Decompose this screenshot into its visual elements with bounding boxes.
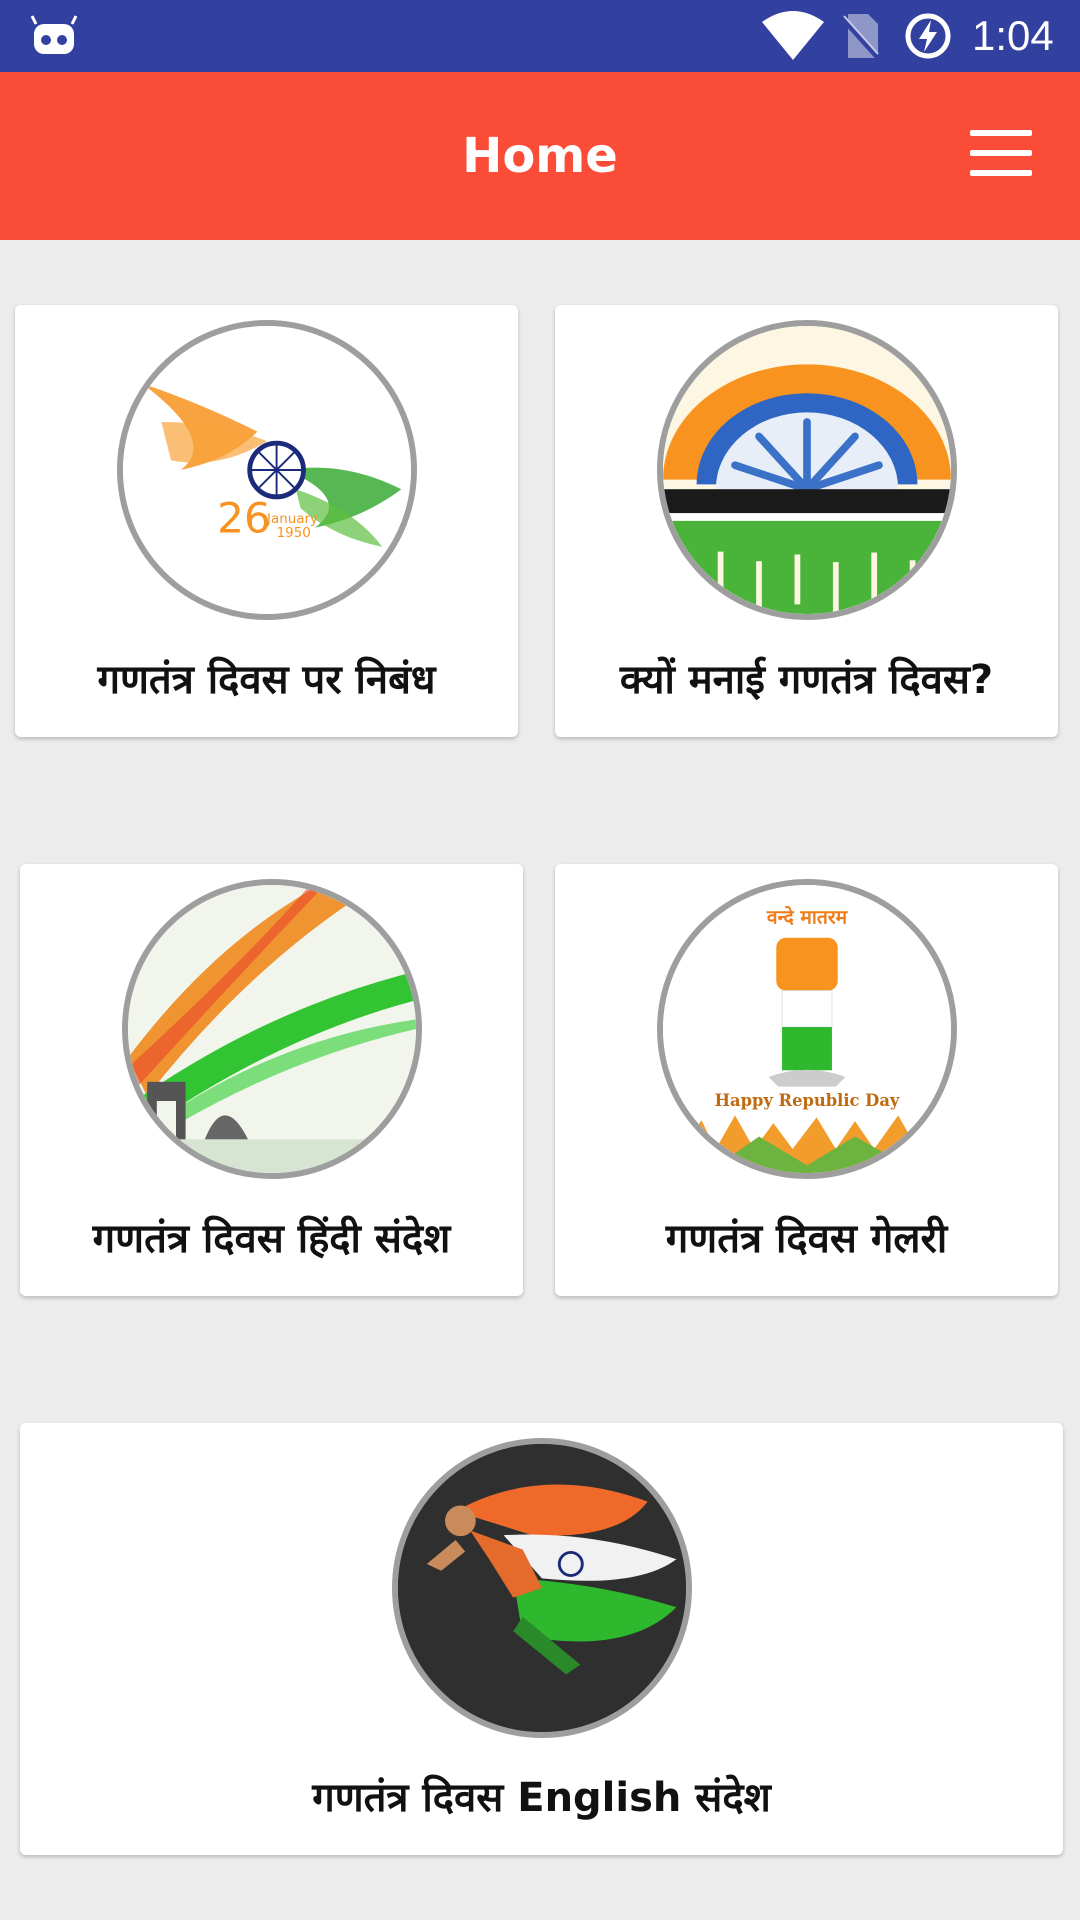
card-label: क्यों मनाई गणतंत्र दिवस? — [619, 657, 994, 703]
battery-charging-icon — [905, 13, 951, 59]
card-why-celebrate[interactable]: क्यों मनाई गणतंत्र दिवस? — [555, 305, 1058, 737]
page-title: Home — [462, 128, 618, 184]
status-bar: 1:04 — [0, 0, 1080, 72]
card-hindi-messages[interactable]: गणतंत्र दिवस हिंदी संदेश — [20, 864, 523, 1296]
image-caption-happy-republic-day: Happy Republic Day — [715, 1091, 900, 1110]
wifi-icon — [762, 11, 824, 60]
app-bar: Home — [0, 72, 1080, 240]
ashoka-chakra-crowd-image — [657, 320, 957, 620]
card-gallery[interactable]: वन्दे मातरम Happy Republic Day गणतंत्र द… — [555, 864, 1058, 1296]
hamburger-menu-icon[interactable] — [970, 130, 1032, 182]
image-caption-vande-mataram: वन्दे मातरम — [766, 905, 849, 928]
svg-text:1950: 1950 — [277, 526, 311, 541]
tricolor-fist-image: वन्दे मातरम Happy Republic Day — [657, 879, 957, 1179]
tricolor-india-gate-image — [122, 879, 422, 1179]
running-man-flag-image — [392, 1438, 692, 1738]
card-label: गणतंत्र दिवस गेलरी — [665, 1216, 948, 1262]
card-label: गणतंत्र दिवस English संदेश — [312, 1775, 771, 1821]
no-sim-icon — [840, 14, 880, 60]
svg-text:26: 26 — [217, 493, 271, 542]
status-time: 1:04 — [972, 12, 1054, 59]
card-label: गणतंत्र दिवस हिंदी संदेश — [92, 1216, 451, 1262]
card-english-messages[interactable]: गणतंत्र दिवस English संदेश — [20, 1423, 1063, 1855]
android-robot-icon — [30, 15, 78, 54]
card-label: गणतंत्र दिवस पर निबंध — [97, 657, 436, 703]
svg-text:January: January — [266, 512, 318, 527]
card-essay[interactable]: 26 January 1950 गणतंत्र दिवस पर निबंध — [15, 305, 518, 737]
tricolor-feather-image: 26 January 1950 — [117, 320, 417, 620]
